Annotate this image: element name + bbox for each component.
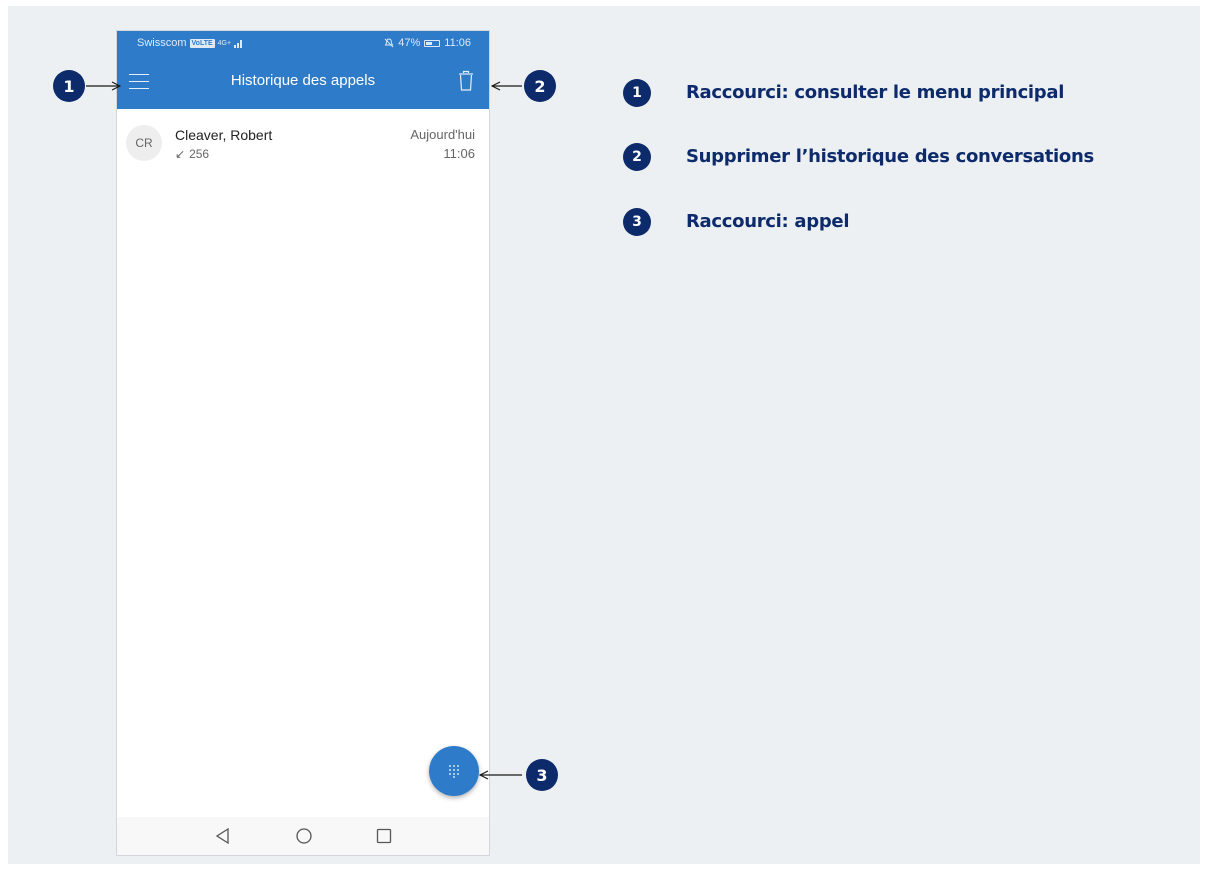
legend-badge-2: 2 [623,143,651,171]
legend-badge-3: 3 [623,208,651,236]
battery-icon [424,39,441,47]
incoming-call-arrow-icon: ↙ [175,147,186,161]
phone-screen: Swisscom VoLTE 4G+ 47% 11:06 Historique … [116,30,490,856]
network-type: 4G+ [217,39,232,47]
app-bar: Historique des appels [117,55,489,109]
call-number: 256 [189,147,210,161]
status-right: 47% 11:06 [384,37,471,49]
page-title: Historique des appels [230,72,376,89]
status-time: 11:06 [444,37,471,49]
call-date: Aujourd'hui [410,127,475,142]
mute-bell-icon [384,38,394,48]
status-bar: Swisscom VoLTE 4G+ 47% 11:06 [117,31,489,55]
legend-text-3: Raccourci: appel [686,211,850,232]
volte-badge: VoLTE [189,38,215,48]
recent-apps-icon[interactable] [375,827,393,845]
system-nav-bar [117,817,489,855]
back-icon[interactable] [214,827,232,845]
trash-icon[interactable] [457,69,475,93]
legend-badge-1: 1 [623,79,651,107]
callout-badge-1: 1 [53,70,85,102]
call-history-row[interactable]: CR Cleaver, Robert ↙ 256 Aujourd'hui 11:… [117,113,489,169]
home-icon[interactable] [295,827,313,845]
status-left: Swisscom VoLTE 4G+ [137,37,244,49]
legend-text-2: Supprimer l’historique des conversations [686,146,1094,167]
call-meta: ↙ 256 [175,147,209,161]
signal-icon [234,39,243,48]
dialpad-button[interactable] [429,746,479,796]
callout-badge-3: 3 [526,759,558,791]
battery-percent: 47% [398,37,421,49]
legend-text-1: Raccourci: consulter le menu principal [686,82,1065,103]
dialpad-icon [449,765,459,778]
callout-badge-2: 2 [524,70,556,102]
carrier-name: Swisscom [137,37,187,49]
avatar: CR [126,125,162,161]
contact-name: Cleaver, Robert [175,127,273,143]
call-time: 11:06 [443,146,475,161]
